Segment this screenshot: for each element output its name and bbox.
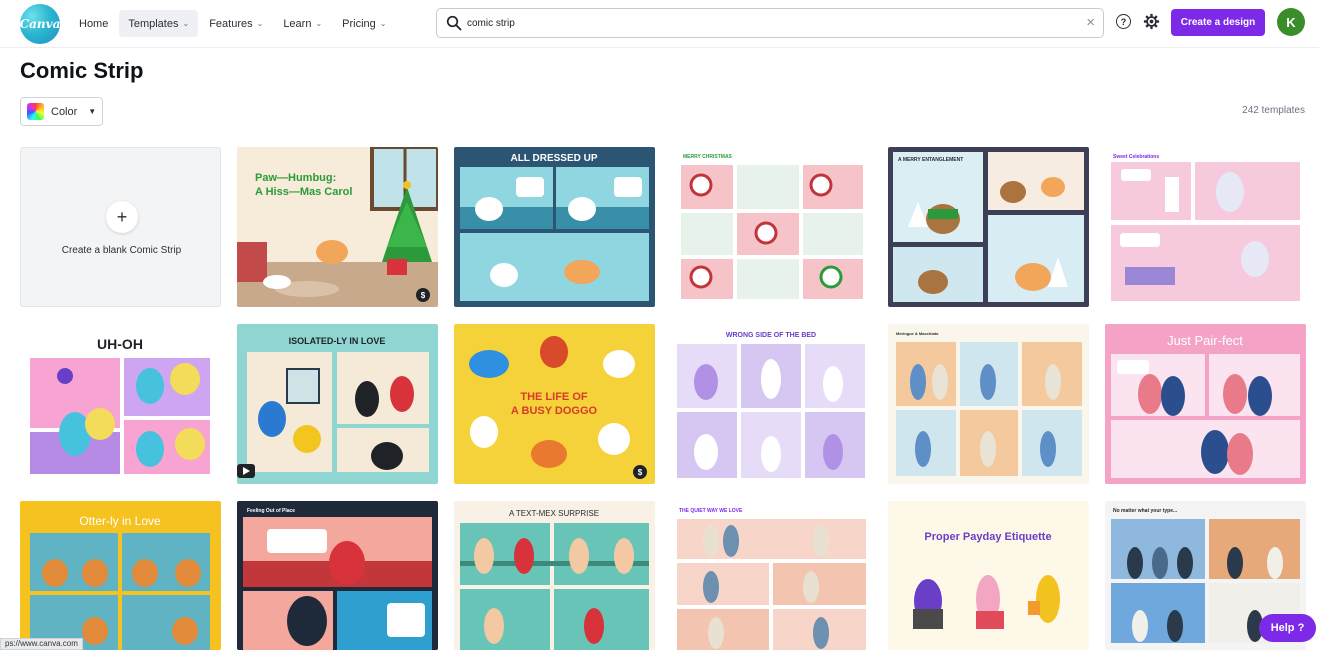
canva-logo[interactable]: Canva: [20, 4, 60, 44]
template-thumbnail: THE LIFE OF A BUSY DOGGO $: [454, 324, 655, 484]
create-design-button[interactable]: Create a design: [1171, 9, 1265, 36]
template-card[interactable]: A MERRY ENTANGLEMENT: [888, 147, 1089, 307]
template-card[interactable]: Feeling Out of Place: [237, 501, 438, 650]
template-thumbnail: UH-OH: [20, 324, 221, 484]
template-thumbnail: Meringue & Macchiato: [888, 324, 1089, 484]
template-card[interactable]: THE LIFE OF A BUSY DOGGO $: [454, 324, 655, 484]
search-input[interactable]: [467, 14, 1067, 32]
template-card[interactable]: ISOLATED-LY IN LOVE: [237, 324, 438, 484]
template-card[interactable]: UH-OH: [20, 324, 221, 484]
template-thumbnail: MERRY CHRISTMAS: [671, 147, 872, 307]
chevron-down-icon: ⌄: [379, 19, 387, 28]
avatar[interactable]: K: [1277, 8, 1305, 36]
template-subtitle: A Hiss—Mas Carol: [255, 186, 352, 198]
status-bar-url: ps://www.canva.com: [0, 638, 83, 650]
template-title: Paw—Humbug:: [255, 172, 336, 184]
template-title: A TEXT-MEX SURPRISE: [509, 509, 599, 518]
search-bar[interactable]: ×: [436, 8, 1104, 38]
template-title: Proper Payday Etiquette: [924, 531, 1051, 543]
color-filter-button[interactable]: Color ▼: [20, 97, 103, 126]
template-title: No matter what your type...: [1113, 508, 1178, 514]
main-nav: Home Templates ⌄ Features ⌄ Learn ⌄ Pricing…: [70, 10, 395, 37]
template-card[interactable]: A TEXT-MEX SURPRISE: [454, 501, 655, 650]
template-card[interactable]: MERRY CHRISTMAS: [671, 147, 872, 307]
template-count: 242 templates: [1242, 105, 1305, 116]
template-thumbnail: Just Pair-fect: [1105, 324, 1306, 484]
premium-badge: $: [421, 291, 426, 300]
close-icon[interactable]: ×: [1086, 14, 1095, 32]
create-blank-card[interactable]: + Create a blank Comic Strip: [20, 147, 221, 307]
template-title: Just Pair-fect: [1167, 333, 1243, 348]
search-icon: [446, 15, 462, 31]
template-title: MERRY CHRISTMAS: [683, 154, 733, 160]
nav-pricing-label: Pricing: [342, 17, 376, 30]
template-thumbnail: Proper Payday Etiquette: [888, 501, 1089, 650]
page-title: Comic Strip: [20, 58, 144, 83]
nav-home-label: Home: [79, 17, 109, 30]
help-icon[interactable]: ?: [1116, 14, 1131, 29]
template-card[interactable]: Just Pair-fect: [1105, 324, 1306, 484]
premium-badge: $: [638, 468, 643, 477]
template-thumbnail: WRONG SIDE OF THE BED: [671, 324, 872, 484]
template-thumbnail: A TEXT-MEX SURPRISE: [454, 501, 655, 650]
template-title: THE LIFE OF: [520, 391, 588, 403]
color-swatch-icon: [27, 103, 44, 120]
template-thumbnail: THE QUIET WAY WE LOVE: [671, 501, 872, 650]
template-card[interactable]: Proper Payday Etiquette: [888, 501, 1089, 650]
template-title: ISOLATED-LY IN LOVE: [289, 336, 386, 346]
gear-icon[interactable]: [1143, 13, 1160, 30]
nav-features-label: Features: [209, 17, 253, 30]
template-card[interactable]: WRONG SIDE OF THE BED: [671, 324, 872, 484]
template-subtitle: A BUSY DOGGO: [511, 405, 598, 417]
chevron-down-icon: ⌄: [256, 19, 264, 28]
template-card[interactable]: Sweet Celebrations: [1105, 147, 1306, 307]
template-title: THE QUIET WAY WE LOVE: [679, 508, 743, 514]
template-card[interactable]: Paw—Humbug: A Hiss—Mas Carol $: [237, 147, 438, 307]
template-title: Feeling Out of Place: [247, 508, 295, 514]
chevron-down-icon: ⌄: [182, 19, 190, 28]
template-card[interactable]: Meringue & Macchiato: [888, 324, 1089, 484]
create-blank-label: Create a blank Comic Strip: [61, 245, 182, 256]
template-card[interactable]: THE QUIET WAY WE LOVE: [671, 501, 872, 650]
top-navigation-bar: Canva Home Templates ⌄ Features ⌄ Learn ⌄ P…: [0, 0, 1319, 48]
color-filter-label: Color: [51, 105, 78, 118]
template-card[interactable]: Otter-ly in Love: [20, 501, 221, 650]
template-thumbnail: ISOLATED-LY IN LOVE: [237, 324, 438, 484]
nav-templates[interactable]: Templates ⌄: [119, 10, 199, 37]
template-title: ALL DRESSED UP: [510, 153, 597, 164]
template-title: A MERRY ENTANGLEMENT: [898, 157, 963, 163]
template-thumbnail: Sweet Celebrations: [1105, 147, 1306, 307]
template-card[interactable]: ALL DRESSED UP: [454, 147, 655, 307]
template-thumbnail: ALL DRESSED UP: [454, 147, 655, 307]
template-title: Otter-ly in Love: [79, 514, 161, 528]
nav-home[interactable]: Home: [70, 10, 117, 37]
help-button[interactable]: Help ?: [1259, 614, 1316, 642]
nav-learn-label: Learn: [283, 17, 312, 30]
chevron-down-icon: ⌄: [315, 19, 323, 28]
template-thumbnail: Feeling Out of Place: [237, 501, 438, 650]
template-thumbnail: A MERRY ENTANGLEMENT: [888, 147, 1089, 307]
template-thumbnail: Paw—Humbug: A Hiss—Mas Carol $: [237, 147, 438, 307]
chevron-down-icon: ▼: [88, 107, 97, 116]
template-title: UH-OH: [97, 336, 143, 352]
template-thumbnail: Otter-ly in Love: [20, 501, 221, 650]
template-title: Meringue & Macchiato: [896, 331, 939, 336]
template-title: Sweet Celebrations: [1113, 154, 1159, 160]
plus-icon: +: [106, 201, 138, 233]
nav-pricing[interactable]: Pricing ⌄: [333, 10, 395, 37]
nav-features[interactable]: Features ⌄: [200, 10, 272, 37]
nav-templates-label: Templates: [128, 17, 179, 30]
nav-learn[interactable]: Learn ⌄: [274, 10, 331, 37]
template-title: WRONG SIDE OF THE BED: [726, 332, 816, 339]
